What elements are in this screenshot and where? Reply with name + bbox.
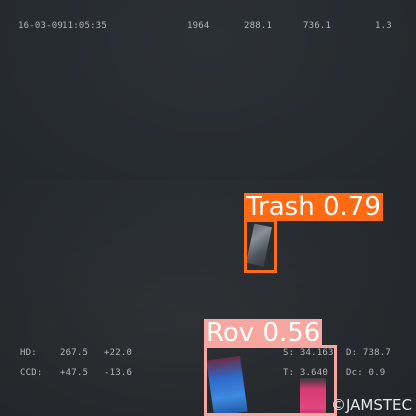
overlay-value-4: 1.3 — [375, 21, 392, 31]
jamstec-watermark: ©JAMSTEC — [331, 396, 412, 414]
overlay-value-3: 736.1 — [303, 21, 332, 31]
deep-sea-camera-frame: 16-03-09 11:05:35 1964 288.1 736.1 1.3 H… — [0, 0, 416, 416]
overlay-dc-value: Dc: 0.9 — [346, 368, 386, 378]
overlay-ccd-value-1: +47.5 — [60, 368, 89, 378]
rov-detection-label: Rov 0.56 — [204, 318, 323, 348]
trash-detection-box — [244, 219, 277, 273]
overlay-ccd-label: CCD: — [20, 368, 43, 378]
rov-detection-box — [204, 345, 337, 416]
overlay-time: 11:05:35 — [62, 21, 107, 31]
overlay-hd-value-2: +22.0 — [104, 348, 133, 358]
overlay-date: 16-03-09 — [18, 21, 63, 31]
trash-detection-label: Trash 0.79 — [244, 192, 383, 222]
overlay-value-1: 1964 — [187, 21, 210, 31]
overlay-hd-label: HD: — [20, 348, 37, 358]
overlay-ccd-value-2: -13.6 — [104, 368, 133, 378]
overlay-d-value: D: 738.7 — [346, 348, 391, 358]
overlay-value-2: 288.1 — [244, 21, 273, 31]
overlay-hd-value-1: 267.5 — [60, 348, 89, 358]
